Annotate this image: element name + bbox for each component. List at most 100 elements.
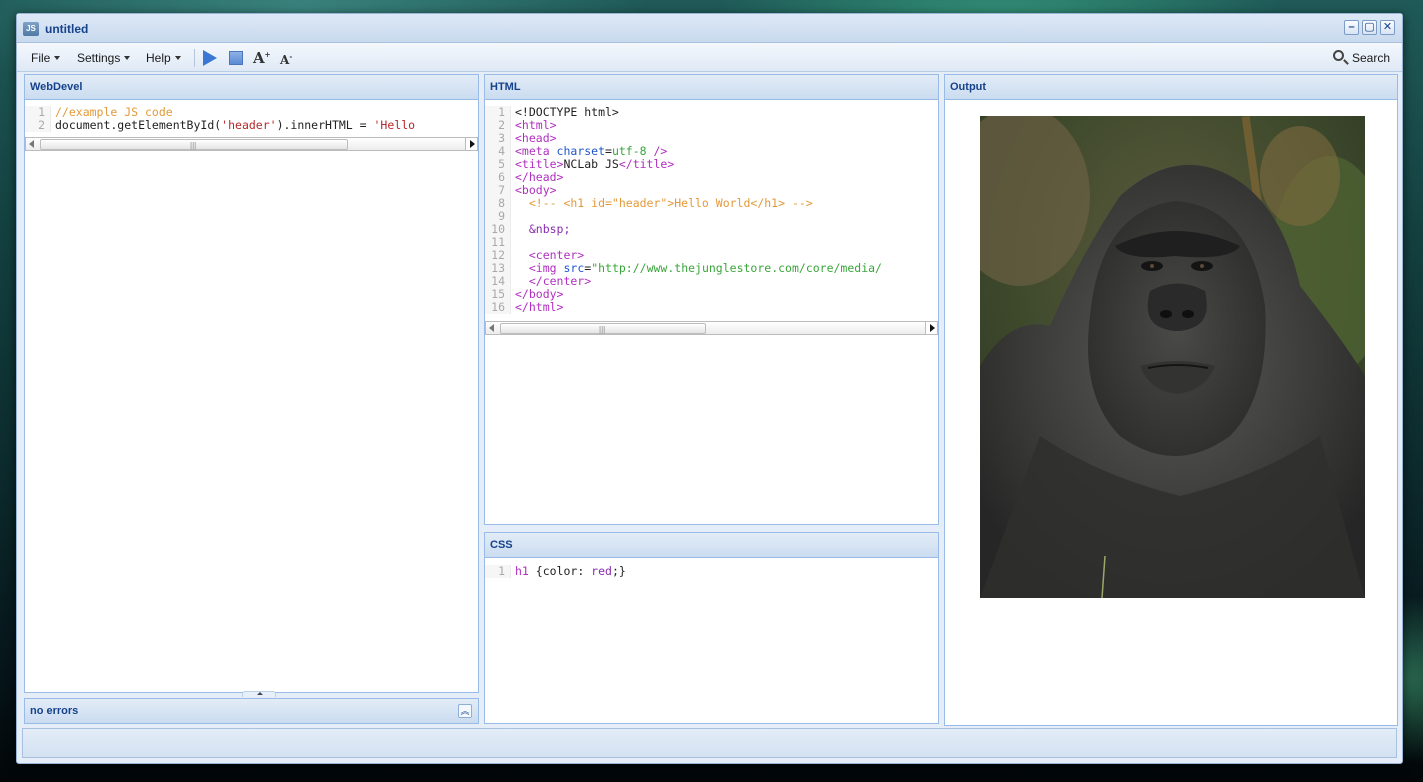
scroll-right-icon[interactable] xyxy=(925,322,937,334)
code-line[interactable]: 10 &nbsp; xyxy=(485,223,938,236)
code-token: 'Hello xyxy=(373,118,416,132)
font-decrease-label: A xyxy=(280,53,290,67)
expand-errors-button[interactable]: ︽ xyxy=(458,704,472,718)
code-token: charset xyxy=(556,144,606,158)
code-token: <center> xyxy=(515,248,585,262)
code-line[interactable]: 2 document.getElementById('header').inner… xyxy=(25,119,478,132)
webdevel-panel-title: WebDevel xyxy=(25,75,478,100)
code-text: h1 {color: red;} xyxy=(511,565,626,578)
css-panel: CSS 1 h1 {color: red;} xyxy=(484,532,939,724)
code-text: <title>NCLab JS</title> xyxy=(511,157,674,171)
code-token: "http://www.thejunglestore.com/core/medi… xyxy=(591,261,882,275)
js-code-editor[interactable]: 1//example JS code 2 document.getElementBy… xyxy=(25,106,478,132)
code-text: <body> xyxy=(511,183,557,197)
code-token: <body> xyxy=(515,183,557,197)
code-token: </title> xyxy=(618,157,675,171)
code-token: <!-- <h1 id="header">Hello World</h1> --… xyxy=(515,196,813,210)
chevron-down-icon xyxy=(54,56,61,60)
code-token: <html> xyxy=(515,118,557,132)
maximize-button[interactable]: ▢ xyxy=(1362,20,1377,35)
code-text: &nbsp; xyxy=(511,222,571,236)
scroll-left-icon[interactable] xyxy=(489,324,494,332)
webdevel-panel: WebDevel 1//example JS code 2 document.get… xyxy=(24,74,479,693)
code-token: <head> xyxy=(515,131,557,145)
errors-status: no errors xyxy=(30,705,79,717)
expand-handle-icon[interactable] xyxy=(242,691,276,697)
html-code-editor[interactable]: 1 <!DOCTYPE html> 2 <html> 3 <head> 4 <meta cha… xyxy=(485,106,938,314)
search-label: Search xyxy=(1351,51,1390,65)
app-js-icon: JS xyxy=(23,22,39,36)
stop-icon[interactable] xyxy=(229,51,243,65)
status-bar xyxy=(22,728,1397,758)
settings-menu-label: Settings xyxy=(77,51,121,65)
code-text: </center> xyxy=(511,274,591,288)
app-window: JS untitled – ▢ ✕ File Settings Help A+ … xyxy=(16,13,1403,764)
code-text: <meta charset=utf-8 /> xyxy=(511,144,667,158)
font-decrease-button[interactable]: A- xyxy=(280,52,292,67)
code-line[interactable]: 8 <!-- <h1 id="header">Hello World</h1> … xyxy=(485,197,938,210)
code-token: /> xyxy=(646,144,668,158)
html-panel-title: HTML xyxy=(485,75,938,100)
line-number: 2 xyxy=(25,119,51,132)
code-token: document.getElementById( xyxy=(55,118,222,132)
code-token: <img xyxy=(515,261,564,275)
code-token: {color: xyxy=(528,565,592,578)
settings-menu[interactable]: Settings xyxy=(77,51,131,65)
code-token: 'header' xyxy=(221,118,277,132)
file-menu-label: File xyxy=(31,51,51,65)
code-line[interactable]: 16 </html> xyxy=(485,301,938,314)
scroll-left-icon[interactable] xyxy=(29,140,34,148)
webdevel-horizontal-scrollbar[interactable]: ||| xyxy=(25,137,478,151)
grip-icon: ||| xyxy=(599,325,606,334)
code-token: NCLab JS xyxy=(563,157,619,171)
html-panel: HTML 1 <!DOCTYPE html> 2 <html> 3 <head> 4 <met… xyxy=(484,74,939,525)
code-token: </head> xyxy=(515,170,564,184)
play-icon[interactable] xyxy=(203,50,217,66)
css-panel-title: CSS xyxy=(485,533,938,558)
grip-icon: ||| xyxy=(190,141,197,150)
search-button[interactable]: Search xyxy=(1332,49,1390,67)
title-bar[interactable]: JS untitled – ▢ ✕ xyxy=(17,14,1402,43)
scroll-right-icon[interactable] xyxy=(465,138,477,150)
code-text: </body> xyxy=(511,287,563,301)
output-panel: Output xyxy=(944,74,1398,726)
code-token: ;} xyxy=(611,565,626,578)
scrollbar-thumb[interactable]: ||| xyxy=(40,139,348,150)
code-text: </html> xyxy=(511,300,563,314)
code-token: </html> xyxy=(515,300,564,314)
chevron-down-icon xyxy=(124,56,131,60)
code-token: h1 xyxy=(515,565,529,578)
code-token: <meta xyxy=(515,144,557,158)
toolbar-separator xyxy=(194,49,195,67)
scrollbar-thumb[interactable]: ||| xyxy=(500,323,706,334)
code-token: = xyxy=(605,144,612,158)
code-text: <!-- <h1 id="header">Hello World</h1> --… xyxy=(511,196,813,210)
code-text: <center> xyxy=(511,248,584,262)
chevron-down-icon xyxy=(174,56,181,60)
font-increase-button[interactable]: A+ xyxy=(253,49,271,67)
code-token: utf-8 xyxy=(611,144,647,158)
help-menu[interactable]: Help xyxy=(146,51,181,65)
search-icon xyxy=(1332,50,1344,61)
minimize-button[interactable]: – xyxy=(1344,20,1359,35)
code-line[interactable]: 1 h1 {color: red;} xyxy=(485,565,938,578)
font-increase-label: A xyxy=(253,49,265,67)
code-token: </center> xyxy=(515,274,592,288)
file-menu[interactable]: File xyxy=(31,51,61,65)
code-token: src xyxy=(563,261,585,275)
css-code-editor[interactable]: 1 h1 {color: red;} xyxy=(485,565,938,578)
close-button[interactable]: ✕ xyxy=(1380,20,1395,35)
code-text: document.getElementById('header').innerH… xyxy=(51,118,415,132)
line-number: 1 xyxy=(485,565,511,578)
output-viewport xyxy=(945,100,1397,725)
errors-bar: no errors ︽ xyxy=(24,691,479,724)
html-horizontal-scrollbar[interactable]: ||| xyxy=(485,321,938,335)
code-text: <head> xyxy=(511,131,557,145)
code-token: red xyxy=(591,565,612,578)
code-token: <title> xyxy=(515,157,564,171)
code-token: </body> xyxy=(515,287,564,301)
line-number: 16 xyxy=(485,301,511,314)
code-token: &nbsp; xyxy=(515,222,571,236)
